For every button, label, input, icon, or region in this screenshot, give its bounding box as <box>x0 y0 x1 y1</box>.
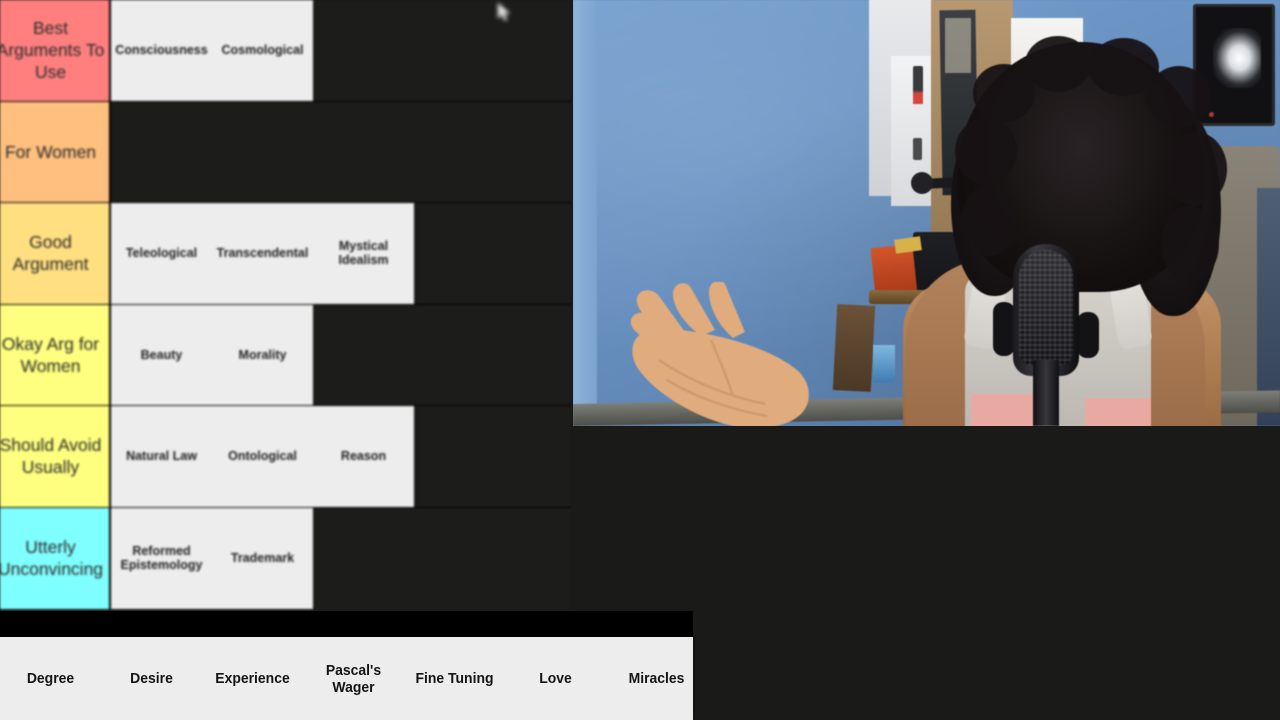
tier-label-4[interactable]: Should Avoid Usually <box>0 406 111 507</box>
tier-row[interactable]: Should Avoid Usually Natural Law Ontolog… <box>0 406 571 508</box>
tier-list: Best Arguments To Use Consciousness Cosm… <box>0 0 571 611</box>
blue-box <box>873 345 895 383</box>
boom-arm-knob <box>911 172 933 194</box>
tier-label-0[interactable]: Best Arguments To Use <box>0 0 111 101</box>
tier-row[interactable]: Best Arguments To Use Consciousness Cosm… <box>0 0 571 102</box>
tier-item[interactable]: Transcendental <box>212 203 313 304</box>
tier-item[interactable]: Ontological <box>212 406 313 507</box>
tier-row-dropzone[interactable] <box>111 102 571 203</box>
tray-divider <box>0 611 693 637</box>
hair-curl <box>1165 132 1227 206</box>
wall-left-edge <box>573 0 597 426</box>
tier-label-text: For Women <box>4 141 97 162</box>
tray-item[interactable]: Miracles <box>610 670 704 687</box>
tray-item[interactable]: Fine Tuning <box>408 670 502 687</box>
tier-label-text: Utterly Unconvincing <box>0 537 104 580</box>
tier-item[interactable]: Teleological <box>111 203 212 304</box>
box-label <box>945 18 971 73</box>
tier-row-dropzone[interactable]: Beauty Morality <box>111 304 571 406</box>
tray-item[interactable]: Pascal's Wager <box>307 662 401 696</box>
tier-item[interactable]: Natural Law <box>111 406 212 507</box>
mic-yoke-left <box>993 302 1015 356</box>
brown-board <box>832 304 876 392</box>
hair-curl <box>1147 66 1211 128</box>
hair-curl <box>955 118 1017 184</box>
tier-row-dropzone[interactable]: Natural Law Ontological Reason <box>111 406 571 507</box>
monitor-led-icon <box>1209 112 1214 117</box>
tier-label-3[interactable]: Okay Arg for Women <box>0 304 111 405</box>
whiteboard-marker-second <box>913 138 922 160</box>
tier-item[interactable]: Cosmological <box>212 0 313 101</box>
tier-row-dropzone[interactable]: Reformed Epistemology Trademark <box>111 507 571 610</box>
tier-item[interactable]: Morality <box>212 305 313 406</box>
tier-row[interactable]: Okay Arg for Women Beauty Morality <box>0 304 571 406</box>
tray-item[interactable]: Desire <box>105 670 199 687</box>
tier-item[interactable]: Reason <box>313 406 414 507</box>
tier-item[interactable]: Trademark <box>212 508 313 610</box>
tray-item[interactable]: Degree <box>4 670 98 687</box>
tier-label-text: Should Avoid Usually <box>0 435 102 478</box>
microphone-stand <box>1033 360 1059 426</box>
tier-item[interactable]: Beauty <box>111 305 212 406</box>
whiteboard-marker <box>913 66 923 110</box>
tier-label-text: Best Arguments To Use <box>0 18 105 83</box>
tray-item[interactable]: Experience <box>206 670 300 687</box>
tier-label-2[interactable]: Good Argument <box>0 203 111 304</box>
tier-label-5[interactable]: Utterly Unconvincing <box>0 507 111 609</box>
tier-row[interactable]: Good Argument Teleological Transcendenta… <box>0 203 571 305</box>
tier-item[interactable]: Reformed Epistemology <box>111 508 212 610</box>
tier-row[interactable]: Utterly Unconvincing Reformed Epistemolo… <box>0 507 571 610</box>
hair-curl <box>1025 36 1091 92</box>
shirt-graphic-left <box>971 394 1035 426</box>
tier-label-text: Good Argument <box>12 232 89 275</box>
tier-label-1[interactable]: For Women <box>0 101 111 202</box>
microphone-grille <box>1019 250 1073 366</box>
tray-item[interactable]: Love <box>509 670 603 687</box>
tier-row-dropzone[interactable]: Teleological Transcendental Mystical Ide… <box>111 203 571 304</box>
hair-curl <box>1161 206 1219 282</box>
mic-yoke-right <box>1077 312 1099 358</box>
webcam-video-feed[interactable] <box>573 0 1280 426</box>
monitor-glow <box>1213 28 1261 88</box>
tier-item[interactable]: Mystical Idealism <box>313 203 414 304</box>
shirt-graphic-right <box>1085 398 1151 426</box>
hair-curl <box>961 186 1017 256</box>
tier-row[interactable]: For Women <box>0 101 571 203</box>
unassigned-item-tray[interactable]: Degree Desire Experience Pascal's Wager … <box>0 637 693 720</box>
person-hand <box>630 282 809 426</box>
tier-label-text: Okay Arg for Women <box>1 333 100 376</box>
tier-row-dropzone[interactable]: Consciousness Cosmological <box>111 0 571 101</box>
screen-root: Best Arguments To Use Consciousness Cosm… <box>0 0 1280 720</box>
tier-item[interactable]: Consciousness <box>111 0 212 101</box>
